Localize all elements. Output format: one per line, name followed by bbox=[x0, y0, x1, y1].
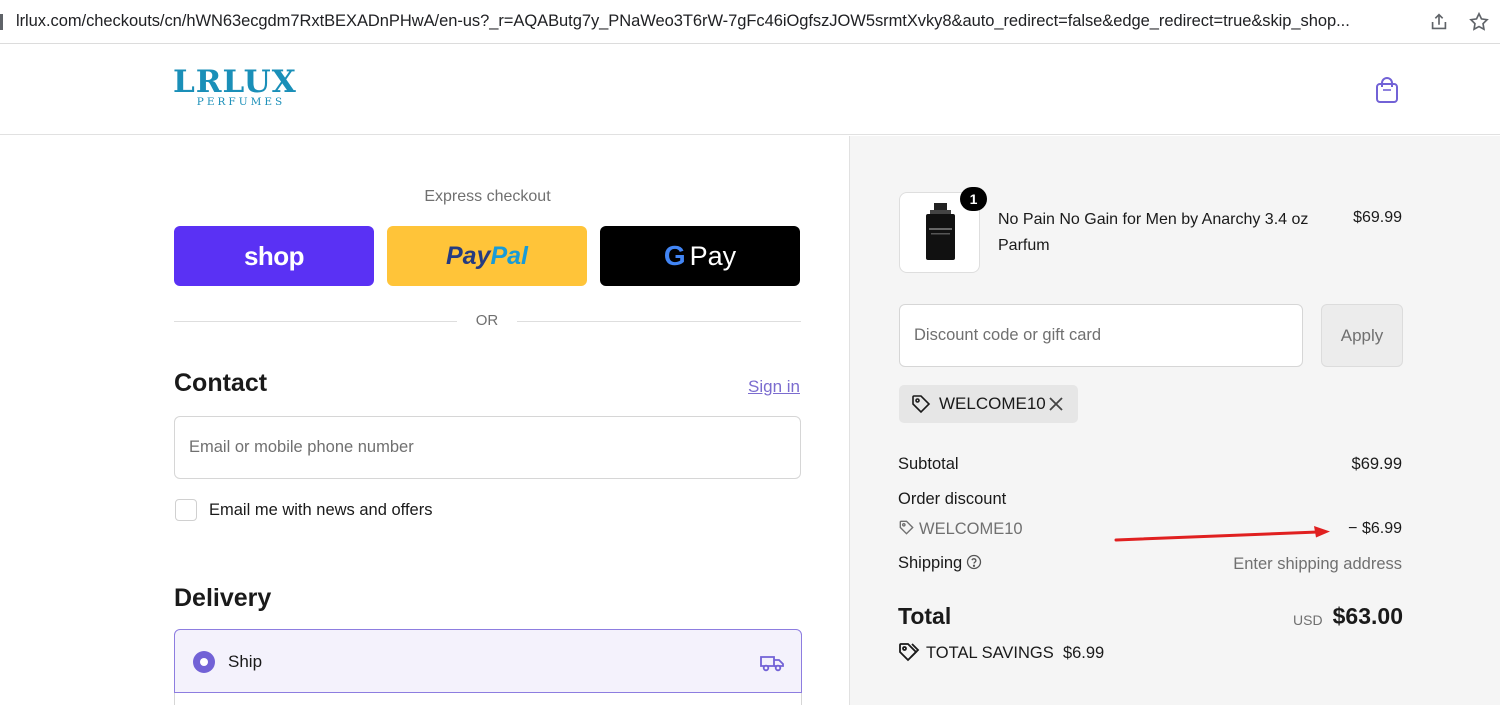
express-checkout-label: Express checkout bbox=[424, 188, 551, 205]
total-currency: USD bbox=[1293, 612, 1323, 628]
or-text: OR bbox=[475, 312, 499, 329]
pickup-option-edge bbox=[174, 693, 802, 705]
shipping-label: Shipping bbox=[898, 554, 982, 573]
shipping-label-text: Shipping bbox=[898, 554, 963, 572]
url-text[interactable]: lrlux.com/checkouts/cn/hWN63ecgdm7RxtBEX… bbox=[16, 12, 1418, 31]
total-label: Total bbox=[898, 603, 952, 629]
or-divider: OR bbox=[174, 311, 801, 331]
total-savings: TOTAL SAVINGS $6.99 bbox=[898, 642, 1104, 663]
share-icon[interactable] bbox=[1428, 11, 1450, 33]
shop-pay-button[interactable]: shop bbox=[174, 226, 374, 286]
google-pay-button[interactable]: G Pay bbox=[600, 226, 800, 286]
total-value: $63.00 bbox=[1332, 603, 1403, 629]
browser-address-bar[interactable]: lrlux.com/checkouts/cn/hWN63ecgdm7RxtBEX… bbox=[0, 0, 1500, 44]
ship-option[interactable]: Ship bbox=[174, 629, 802, 693]
ship-label: Ship bbox=[228, 652, 263, 671]
shop-pay-label: shop bbox=[243, 240, 305, 271]
sign-in-link[interactable]: Sign in bbox=[748, 377, 800, 397]
discount-value: − $6.99 bbox=[1348, 520, 1402, 537]
truck-icon bbox=[760, 656, 784, 672]
tag-icon bbox=[912, 395, 931, 414]
paypal-label-part2: Pal bbox=[490, 241, 528, 270]
savings-label: TOTAL SAVINGS bbox=[926, 644, 1054, 662]
delivery-heading: Delivery bbox=[174, 584, 272, 612]
close-icon[interactable] bbox=[1047, 395, 1065, 413]
product-price: $69.99 bbox=[1353, 209, 1402, 226]
discount-code-input[interactable] bbox=[899, 304, 1303, 367]
savings-value: $6.99 bbox=[1062, 644, 1105, 662]
google-pay-label: Pay bbox=[689, 240, 737, 271]
product-name: No Pain No Gain for Men by Anarchy 3.4 o… bbox=[998, 211, 1309, 254]
checkout-form: Express checkout shop Pay Pal G Pay OR Co… bbox=[0, 136, 849, 705]
google-g-icon: G bbox=[663, 240, 686, 271]
news-offers-label: Email me with news and offers bbox=[209, 501, 433, 519]
order-discount-label: Order discount bbox=[898, 490, 1007, 508]
discount-code-text: WELCOME10 bbox=[919, 520, 1023, 538]
applied-code-chip: WELCOME10 bbox=[899, 385, 1078, 423]
quantity-badge: 1 bbox=[960, 187, 987, 211]
apply-button[interactable]: Apply bbox=[1321, 304, 1403, 367]
order-summary: 1 No Pain No Gain for Men by Anarchy 3.4… bbox=[849, 136, 1500, 705]
subtotal-value: $69.99 bbox=[1351, 455, 1402, 473]
logo-main-text: LRLUX bbox=[173, 64, 297, 100]
news-offers-checkbox[interactable] bbox=[175, 499, 197, 521]
tag-icon bbox=[899, 520, 914, 535]
shopping-bag-icon[interactable] bbox=[1372, 75, 1402, 105]
savings-tag-icon bbox=[899, 643, 920, 662]
discount-code-row: WELCOME10 bbox=[898, 519, 1023, 539]
email-field[interactable] bbox=[174, 416, 801, 479]
ship-radio[interactable] bbox=[193, 651, 215, 673]
bookmark-star-icon[interactable] bbox=[1468, 11, 1490, 33]
contact-heading: Contact bbox=[174, 369, 268, 397]
shop-header: LRLUX PERFUMES bbox=[0, 45, 1500, 135]
paypal-label-part1: Pay bbox=[445, 241, 491, 270]
shipping-value: Enter shipping address bbox=[1233, 555, 1402, 573]
paypal-button[interactable]: Pay Pal bbox=[387, 226, 587, 286]
applied-code-text: WELCOME10 bbox=[939, 394, 1046, 413]
url-edge-icon bbox=[0, 14, 3, 30]
store-logo[interactable]: LRLUX PERFUMES bbox=[173, 67, 303, 113]
subtotal-label: Subtotal bbox=[898, 455, 959, 473]
help-circle-icon[interactable] bbox=[966, 554, 982, 570]
